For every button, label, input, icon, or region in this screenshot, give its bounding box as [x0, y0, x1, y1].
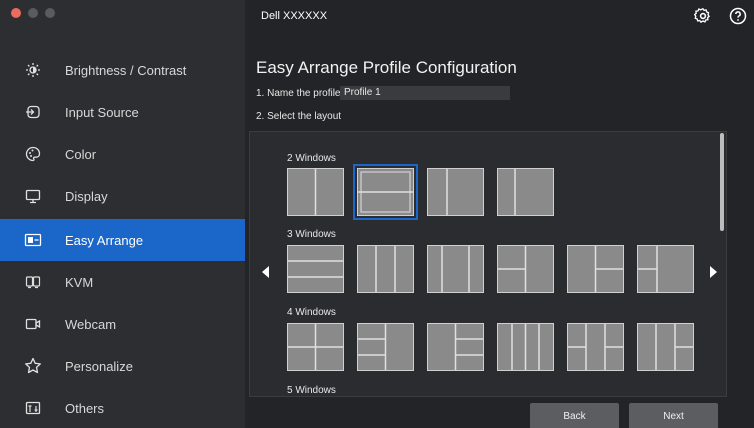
others-icon — [23, 398, 43, 418]
layout-tile-2-vertical[interactable] — [287, 168, 344, 216]
display-icon — [23, 186, 43, 206]
layout-tile-4-cols[interactable] — [497, 323, 554, 371]
sidebar-item-display[interactable]: Display — [0, 175, 245, 217]
layout-selection-panel: 2 Windows 3 Windows 4 Windows 5 Windows — [249, 131, 727, 397]
sidebar-item-kvm[interactable]: KVM — [0, 261, 245, 303]
easy-arrange-icon — [23, 230, 43, 250]
group-label-2-windows: 2 Windows — [287, 153, 336, 164]
layout-tile-3-cols-wide-center[interactable] — [427, 245, 484, 293]
star-icon — [23, 356, 43, 376]
next-button[interactable]: Next — [629, 403, 718, 428]
layout-tile-4-right-split[interactable] — [637, 323, 694, 371]
sidebar-item-label: Display — [65, 188, 108, 204]
layout-tile-3-cols[interactable] — [357, 245, 414, 293]
layout-tile-2-left-narrow[interactable] — [427, 168, 484, 216]
sidebar-item-label: Brightness / Contrast — [65, 62, 187, 78]
zoom-window-button[interactable] — [45, 8, 55, 18]
sidebar-item-label: KVM — [65, 274, 94, 290]
back-button[interactable]: Back — [530, 403, 619, 428]
group-label-3-windows: 3 Windows — [287, 229, 336, 240]
brightness-icon — [23, 60, 43, 80]
group-label-4-windows: 4 Windows — [287, 307, 336, 318]
layout-tile-4-grid[interactable] — [287, 323, 344, 371]
kvm-icon — [23, 272, 43, 292]
color-palette-icon — [23, 144, 43, 164]
layout-tile-2-horizontal[interactable] — [353, 164, 418, 220]
layout-tile-3-right-split[interactable] — [567, 245, 624, 293]
step1-label: 1. Name the profile — [256, 88, 341, 99]
sidebar: Brightness / Contrast Input Source Color… — [0, 0, 245, 428]
sidebar-item-easy-arrange[interactable]: Easy Arrange — [0, 219, 245, 261]
sidebar-item-label: Personalize — [65, 358, 133, 374]
sidebar-item-personalize[interactable]: Personalize — [0, 345, 245, 387]
sidebar-item-brightness-contrast[interactable]: Brightness / Contrast — [0, 49, 245, 91]
webcam-icon — [23, 314, 43, 334]
layout-tile-4-left-three[interactable] — [357, 323, 414, 371]
layout-tile-3-left-split[interactable] — [497, 245, 554, 293]
layout-tile-3-left-split-b[interactable] — [637, 245, 694, 293]
page-title: Easy Arrange Profile Configuration — [256, 58, 517, 77]
sidebar-item-input-source[interactable]: Input Source — [0, 91, 245, 133]
step2-label: 2. Select the layout — [256, 111, 342, 122]
sidebar-item-label: Color — [65, 146, 97, 162]
sidebar-item-others[interactable]: Others — [0, 387, 245, 428]
sidebar-item-webcam[interactable]: Webcam — [0, 303, 245, 345]
layout-tile-4-right-three[interactable] — [427, 323, 484, 371]
sidebar-item-label: Easy Arrange — [65, 232, 144, 248]
sidebar-item-label: Others — [65, 400, 105, 416]
layout-tile-2-left-narrow-b[interactable] — [497, 168, 554, 216]
settings-gear-icon[interactable] — [693, 7, 714, 27]
sidebar-item-label: Input Source — [65, 104, 139, 120]
layout-tile-4-two-split[interactable] — [567, 323, 624, 371]
window-title: Dell XXXXXX — [261, 10, 328, 22]
minimize-window-button[interactable] — [28, 8, 38, 18]
window-controls — [11, 8, 55, 18]
group-label-5-windows: 5 Windows — [287, 385, 336, 396]
layout-tile-3-rows[interactable] — [287, 245, 344, 293]
close-window-button[interactable] — [11, 8, 21, 18]
help-icon[interactable] — [729, 7, 749, 27]
profile-name-input[interactable] — [340, 86, 510, 100]
sidebar-item-color[interactable]: Color — [0, 133, 245, 175]
scroll-left-arrow-icon[interactable] — [262, 265, 270, 283]
layout-panel-scrollbar[interactable] — [720, 133, 724, 231]
scroll-right-arrow-icon[interactable] — [709, 265, 717, 283]
input-source-icon — [23, 102, 43, 122]
sidebar-item-label: Webcam — [65, 316, 117, 332]
